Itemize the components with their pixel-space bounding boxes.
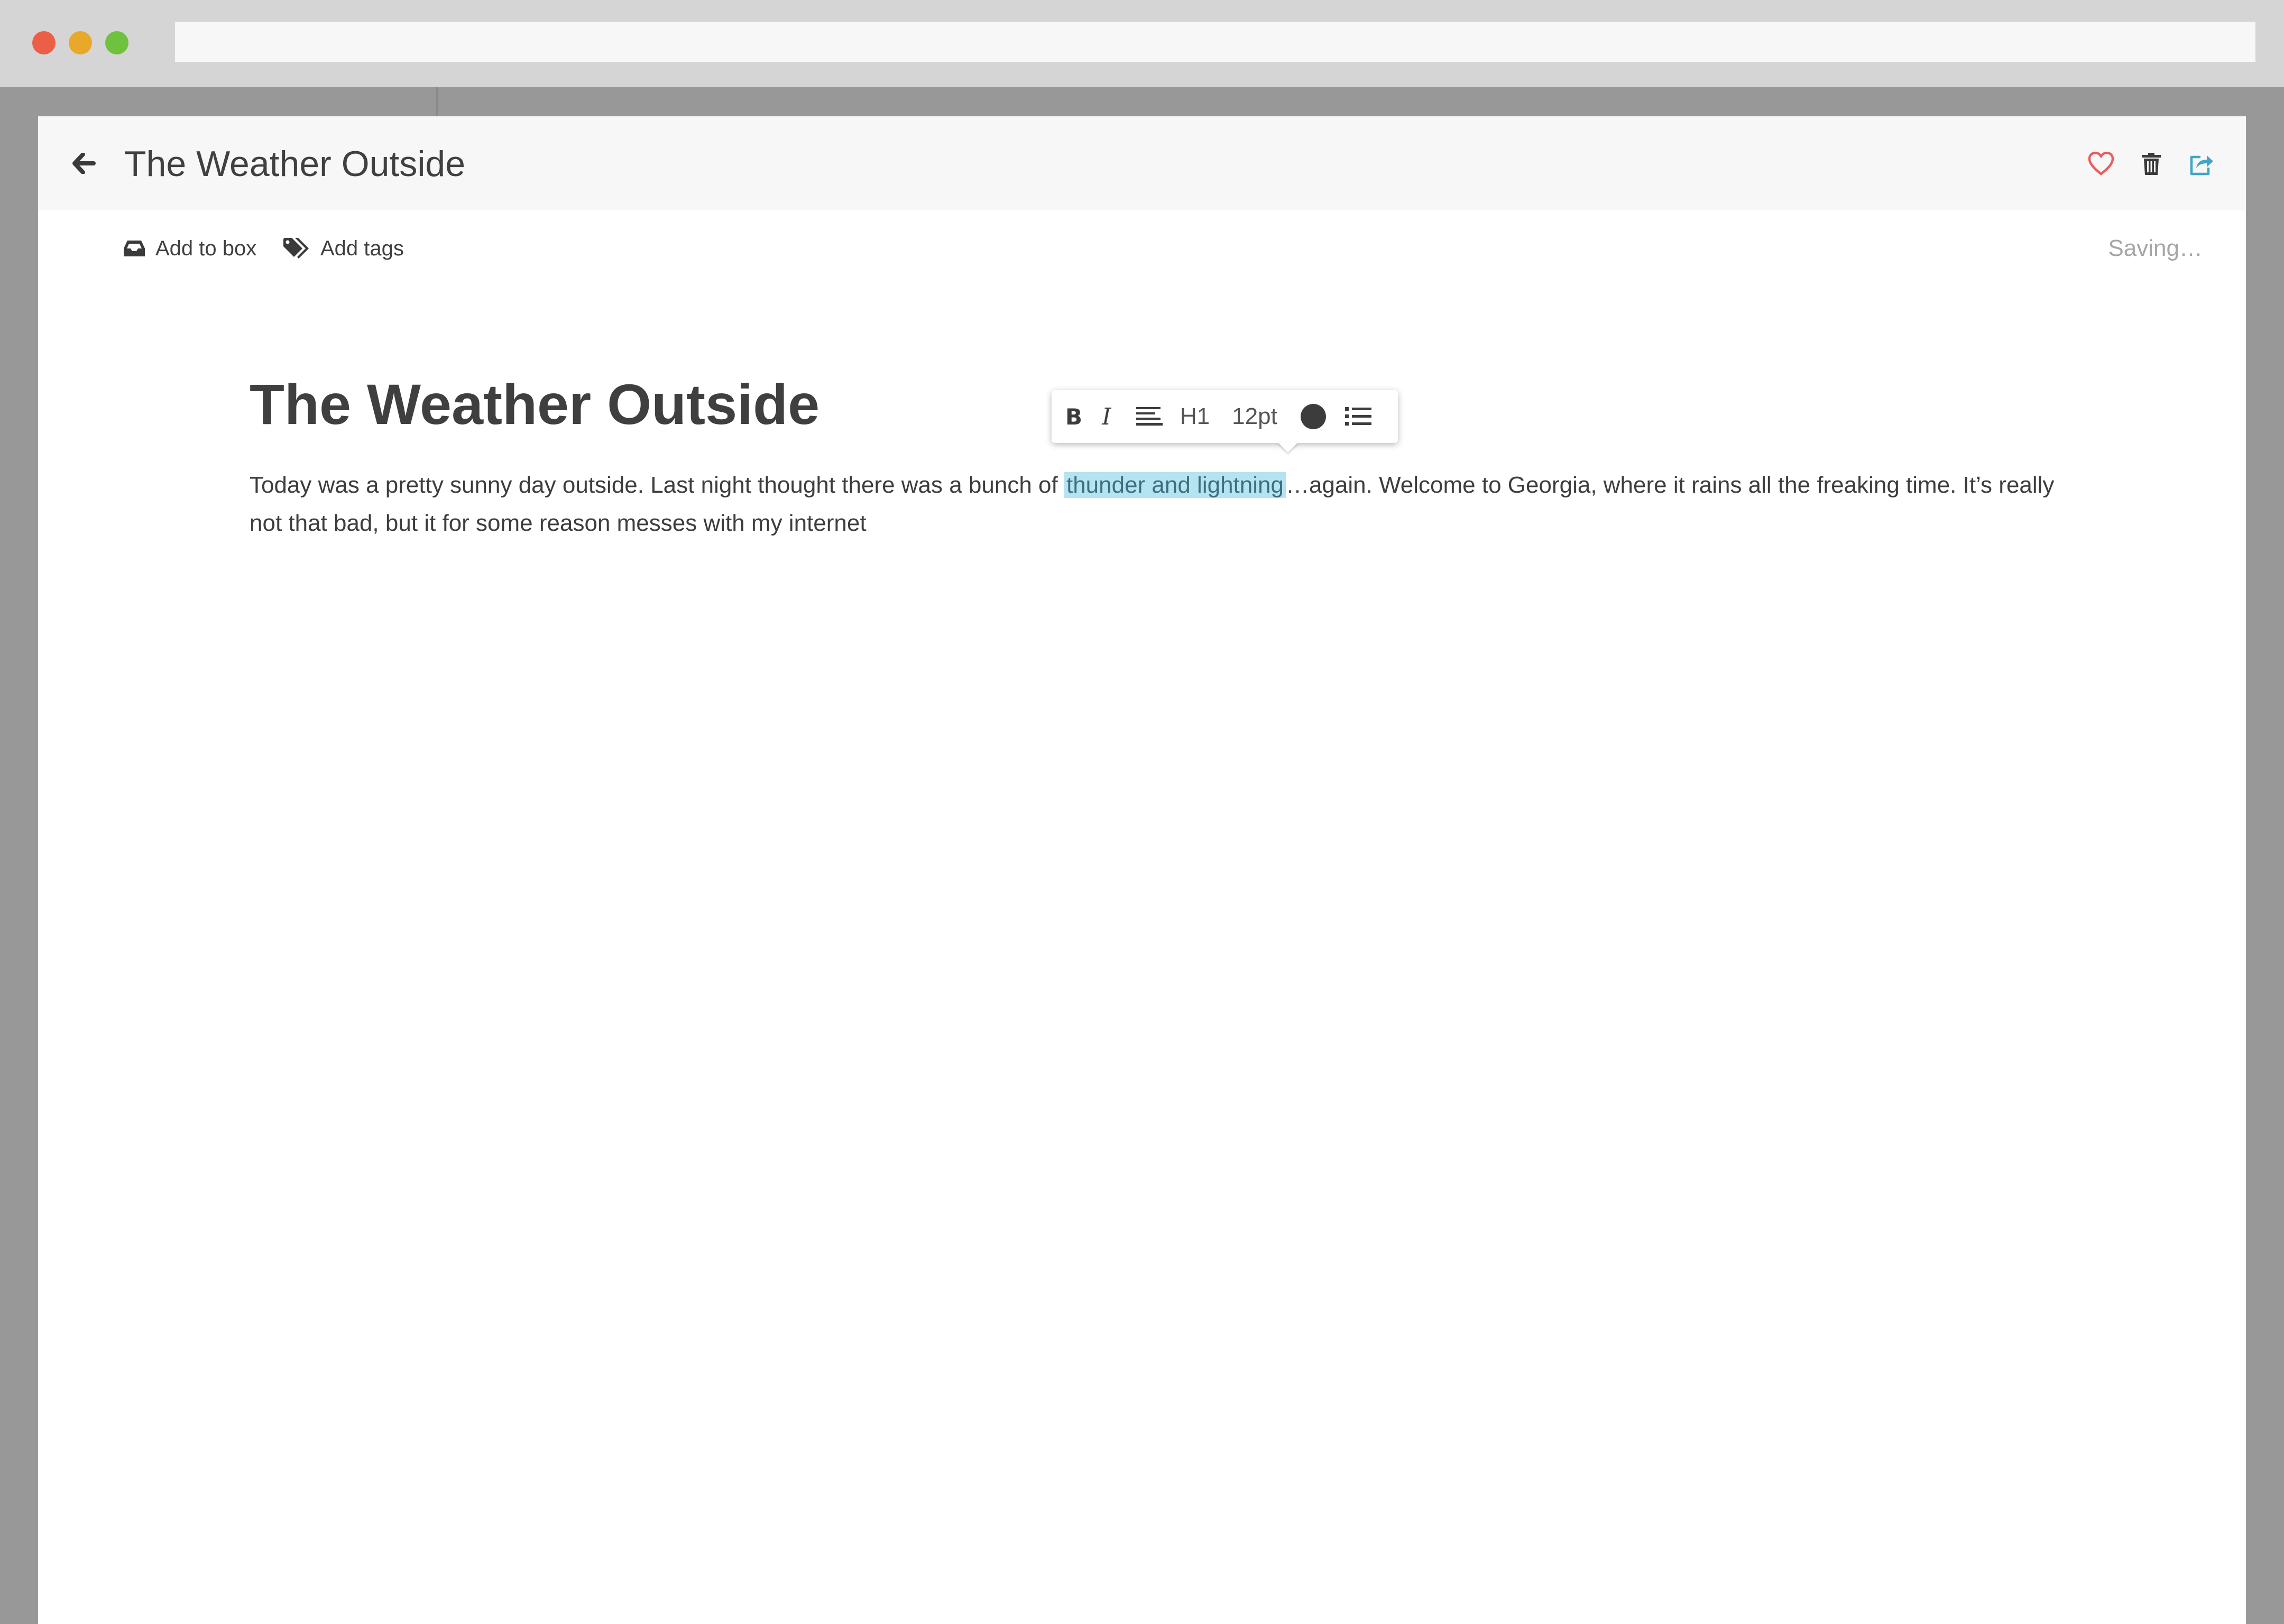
add-to-box-label: Add to box: [155, 236, 257, 260]
browser-chrome: [0, 0, 2284, 87]
share-icon: [2190, 155, 2213, 176]
minimize-window-button[interactable]: [69, 31, 92, 54]
text-color-button[interactable]: [1297, 390, 1329, 443]
align-button[interactable]: [1134, 390, 1165, 443]
close-window-button[interactable]: [32, 31, 56, 54]
save-status: Saving…: [2108, 235, 2203, 261]
heart-icon: [2088, 152, 2114, 176]
color-swatch-icon: [1301, 404, 1326, 429]
maximize-window-button[interactable]: [105, 31, 128, 54]
bold-button[interactable]: B: [1062, 390, 1085, 443]
font-size-button[interactable]: 12pt: [1228, 390, 1281, 443]
add-tags-label: Add tags: [320, 236, 404, 260]
delete-button[interactable]: [2130, 143, 2172, 185]
format-toolbar: B I H1 12pt: [1052, 390, 1398, 443]
list-icon: [1345, 407, 1371, 426]
body-text-before: Today was a pretty sunny day outside. La…: [250, 472, 1064, 498]
add-tags-button[interactable]: Add tags: [282, 233, 404, 264]
document-body[interactable]: Today was a pretty sunny day outside. La…: [250, 466, 2079, 542]
note-editor-window: The Weather Outside Add to box Add tags …: [38, 116, 2246, 1624]
editor-header: The Weather Outside: [38, 116, 2246, 210]
document-title[interactable]: The Weather Outside: [250, 365, 819, 444]
back-button[interactable]: [66, 145, 103, 182]
backdrop-divider: [436, 87, 438, 116]
selected-text: thunder and lightning: [1064, 472, 1286, 498]
align-left-icon: [1136, 407, 1163, 426]
favorite-button[interactable]: [2080, 143, 2122, 185]
italic-button[interactable]: I: [1095, 390, 1118, 443]
header-title: The Weather Outside: [124, 144, 466, 184]
arrow-left-icon: [72, 153, 96, 174]
tags-icon: [283, 238, 309, 259]
bulleted-list-button[interactable]: [1341, 390, 1375, 443]
add-to-box-button[interactable]: Add to box: [123, 233, 256, 264]
heading-button[interactable]: H1: [1176, 390, 1213, 443]
trash-icon: [2142, 153, 2161, 175]
inbox-icon: [124, 241, 145, 256]
address-bar[interactable]: [175, 22, 2255, 62]
share-button[interactable]: [2180, 143, 2223, 185]
